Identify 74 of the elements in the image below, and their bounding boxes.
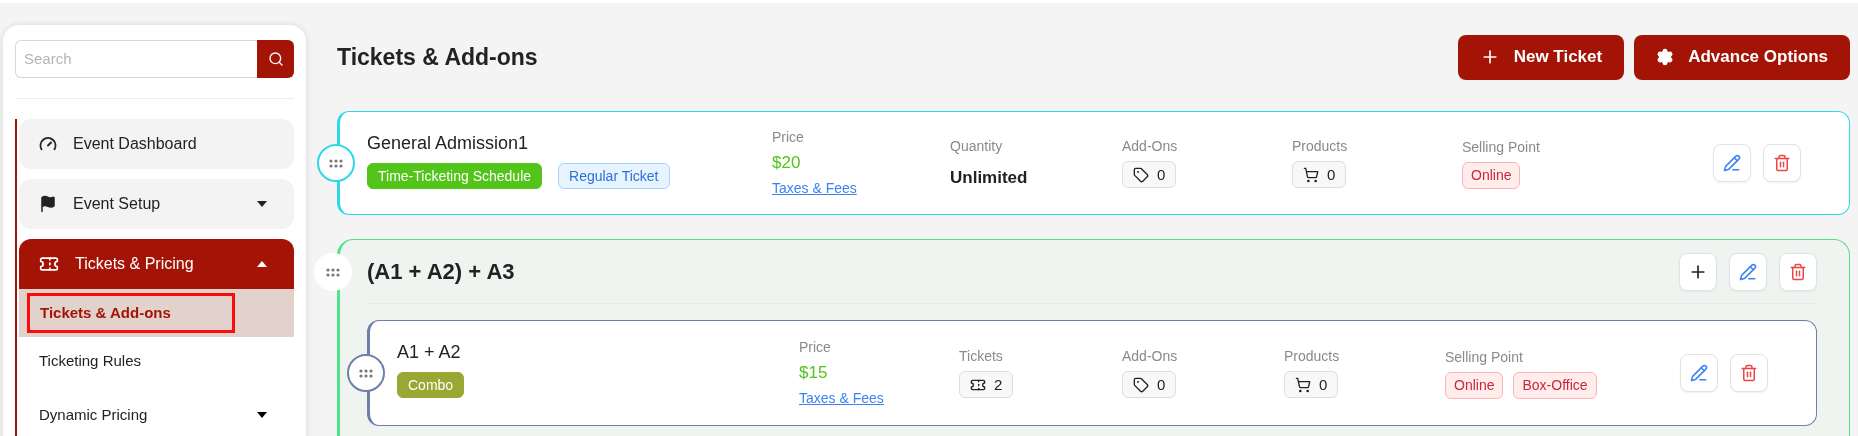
trash-icon (1740, 364, 1758, 382)
advance-options-button[interactable]: Advance Options (1634, 34, 1850, 80)
ticket-tag: Time-Ticketing Schedule (367, 163, 543, 189)
count-value: 2 (994, 374, 1003, 395)
ticket-tag: Combo (397, 372, 465, 398)
nav-item[interactable]: Event Setup (19, 179, 294, 229)
selling-point-badge: Online (1445, 372, 1504, 399)
edit-button[interactable] (1729, 252, 1767, 291)
drag-handle[interactable] (347, 354, 385, 392)
ticket-tag: Regular Ticket (558, 163, 670, 189)
nav-item[interactable]: Tickets & Pricing (19, 239, 294, 289)
delete-button[interactable] (1730, 354, 1768, 392)
submenu-label: Ticketing Rules (39, 350, 141, 371)
taxes-fees-link[interactable]: Taxes & Fees (799, 388, 959, 409)
cart-icon (1295, 376, 1311, 393)
drag-handle[interactable] (317, 144, 355, 182)
price-value: $20 (772, 152, 802, 174)
drag-handle[interactable] (314, 253, 352, 291)
search-icon (267, 51, 284, 67)
caret-icon (256, 260, 268, 268)
field-label: Products (1292, 137, 1349, 157)
quantity-value: Unlimited (950, 166, 1029, 189)
gauge-icon (39, 135, 57, 153)
field-label: Tickets (959, 347, 1004, 367)
count-value: 0 (1157, 164, 1166, 185)
caret-icon (256, 200, 268, 208)
edit-button[interactable] (1713, 144, 1751, 182)
pencil-icon (1739, 262, 1757, 281)
selling-point-badge: Box-Office (1513, 372, 1597, 399)
ticket-name: General Admission1 (367, 132, 530, 155)
field-label: Quantity (950, 136, 1004, 156)
field-label: Add-Ons (1122, 137, 1179, 157)
field-label: Price (772, 128, 805, 147)
submenu-item[interactable]: Ticketing Rules (19, 337, 294, 385)
submenu-label: Dynamic Pricing (39, 404, 149, 425)
field-label: Add-Ons (1122, 347, 1179, 367)
selling-point-badge: Online (1462, 162, 1521, 189)
submenu-item[interactable]: Tickets & Add-ons (19, 289, 294, 337)
field-label: Price (799, 338, 832, 357)
nav-label: Event Dashboard (73, 134, 198, 154)
field-label: Selling Point (1445, 348, 1524, 367)
nav-label: Tickets & Pricing (75, 254, 195, 274)
new-ticket-button[interactable]: New Ticket (1457, 34, 1625, 80)
field-label: Products (1284, 347, 1341, 367)
pencil-icon (1690, 364, 1708, 382)
trash-icon (1789, 262, 1807, 281)
tag-icon (1133, 376, 1149, 393)
search-button[interactable] (257, 40, 294, 78)
submenu-label: Tickets & Add-ons (27, 292, 235, 334)
taxes-fees-link[interactable]: Taxes & Fees (772, 178, 950, 199)
price-value: $15 (799, 362, 829, 384)
cart-icon (1303, 166, 1319, 183)
edit-button[interactable] (1680, 354, 1718, 392)
nav-label: Event Setup (73, 194, 162, 214)
flag-icon (39, 195, 57, 213)
page-title: Tickets & Add-ons (337, 42, 538, 72)
delete-button[interactable] (1779, 252, 1817, 291)
gear-icon (1656, 48, 1675, 66)
submenu-item[interactable]: Dynamic Pricing (19, 391, 294, 436)
count-value: 0 (1157, 374, 1166, 395)
group-title: (A1 + A2) + A3 (367, 258, 515, 286)
count-value: 0 (1327, 164, 1336, 185)
trash-icon (1773, 154, 1791, 172)
count-value: 0 (1319, 374, 1328, 395)
pencil-icon (1723, 154, 1741, 172)
delete-button[interactable] (1763, 144, 1801, 182)
field-label: Selling Point (1462, 138, 1541, 157)
search-field[interactable]: Search (15, 40, 257, 78)
caret-icon (256, 411, 268, 419)
nav-item[interactable]: Event Dashboard (19, 119, 294, 169)
tag-icon (1133, 166, 1149, 183)
ticket-icon (39, 254, 59, 274)
ticket-name: A1 + A2 (397, 341, 462, 364)
add-button[interactable] (1679, 252, 1717, 291)
